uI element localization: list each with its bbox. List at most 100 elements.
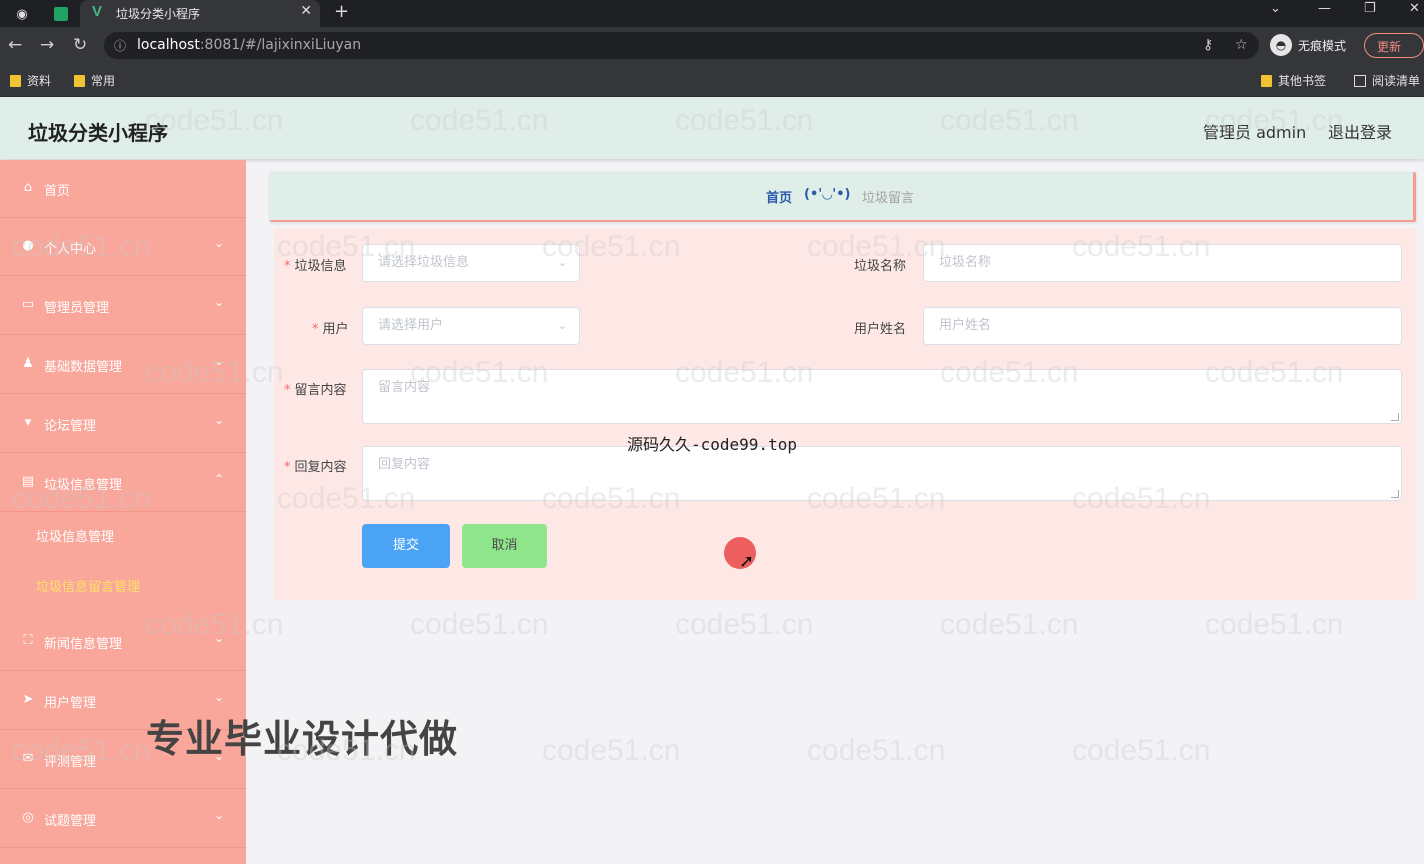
lajixinxi-label: * 垃圾信息	[284, 255, 347, 274]
user-name-input[interactable]: 用户姓名	[923, 307, 1402, 345]
target-icon: ◎	[22, 810, 34, 825]
watermark: code51.cn	[675, 608, 814, 641]
minimize-icon[interactable]: —	[1318, 1, 1331, 16]
sidebar-item-lajixinxi[interactable]: ▤ 垃圾信息管理 ⌃	[0, 454, 246, 512]
back-icon[interactable]: ←	[8, 35, 22, 55]
sidebar-item-profile[interactable]: ● 个人中心 ⌄	[0, 218, 246, 276]
user-group-icon: ♟	[22, 356, 34, 371]
home-icon: ⌂	[23, 180, 33, 195]
mouse-cursor-icon: ➚	[739, 551, 755, 572]
tab-title: 垃圾分类小程序	[116, 7, 201, 21]
folder-icon	[10, 74, 21, 87]
star-icon[interactable]: ☆	[1235, 37, 1248, 53]
chevron-down-icon: ⌄	[557, 256, 567, 269]
resize-handle-icon[interactable]	[1391, 490, 1399, 498]
lajixinxi-select-placeholder: 请选择垃圾信息	[378, 255, 470, 270]
folder-icon	[1261, 74, 1272, 87]
message-textarea[interactable]: 留言内容	[362, 369, 1402, 424]
user-label-text: 用户	[322, 322, 349, 337]
chevron-down-icon: ⌄	[214, 690, 225, 704]
watermark: code51.cn	[940, 608, 1079, 641]
chevron-down-icon: ⌄	[214, 295, 225, 309]
site-info-icon[interactable]: ⓘ	[114, 37, 126, 54]
incognito-indicator[interactable]: ◓ 无痕模式	[1270, 34, 1346, 56]
reading-list-label: 阅读清单	[1372, 74, 1421, 88]
new-tab-button[interactable]: +	[334, 1, 349, 22]
bookmark-label: 资料	[27, 74, 52, 88]
reading-list[interactable]: 阅读清单	[1354, 72, 1420, 89]
sidebar-item-label: 管理员管理	[44, 301, 110, 316]
sidebar-item-admins[interactable]: ▭ 管理员管理 ⌄	[0, 277, 246, 335]
sidebar-item-home[interactable]: ⌂ 首页	[0, 160, 246, 218]
reply-label-text: 回复内容	[294, 460, 347, 475]
watermark: code51.cn	[807, 734, 946, 767]
user-label: * 用户	[312, 318, 349, 337]
chevron-up-icon: ⌃	[214, 472, 225, 486]
other-bookmarks[interactable]: 其他书签	[1261, 72, 1326, 89]
tab-close-icon[interactable]: ✕	[300, 3, 312, 19]
sidebar-item-label: 评测管理	[44, 755, 97, 770]
cancel-button[interactable]: 取消	[462, 524, 547, 568]
breadcrumb-home[interactable]: 首页	[766, 187, 792, 206]
breadcrumb-current: 垃圾留言	[862, 191, 915, 206]
sidebar-item-label: 垃圾信息管理	[44, 478, 123, 493]
chevron-down-icon: ⌄	[214, 354, 225, 368]
lajixinxi-select[interactable]: 请选择垃圾信息 ⌄	[362, 244, 580, 282]
bookmarks-bar: 资料 常用 其他书签 阅读清单	[0, 64, 1424, 97]
required-mark: *	[284, 460, 291, 475]
user-icon: ●	[22, 238, 34, 253]
address-toolbar: ← → ↻ ⓘ localhost:8081/#/lajixinxiLiuyan…	[0, 27, 1424, 64]
globe-icon[interactable]: ◉	[11, 3, 33, 25]
sidebar-item-news[interactable]: ⛶ 新闻信息管理 ⌄	[0, 613, 246, 671]
restore-icon[interactable]: ❐	[1364, 1, 1376, 16]
chevron-down-icon: ⌄	[214, 413, 225, 427]
update-button[interactable]: 更新	[1364, 33, 1424, 58]
sidebar-item-label: 试题管理	[44, 814, 97, 829]
url-text[interactable]: localhost:8081/#/lajixinxiLiuyan	[137, 37, 361, 53]
sidebar-subitem-liuyan[interactable]: 垃圾信息留言管理	[0, 560, 246, 610]
resize-handle-icon[interactable]	[1391, 413, 1399, 421]
sidebar-item-questions[interactable]: ◎ 试题管理 ⌄	[0, 790, 246, 848]
reply-placeholder: 回复内容	[378, 457, 431, 472]
promo-overlay-text: 专业毕业设计代做	[146, 717, 459, 761]
sidebar-subitem-lajixinxi[interactable]: 垃圾信息管理	[0, 510, 246, 560]
logout-link[interactable]: 退出登录	[1328, 119, 1392, 143]
message-placeholder: 留言内容	[378, 380, 431, 395]
tab-search-icon[interactable]: ⌄	[1270, 1, 1281, 16]
bookmark-folder[interactable]: 资料	[10, 72, 51, 89]
sheet-icon[interactable]	[50, 3, 72, 25]
sidebar-item-basedata[interactable]: ♟ 基础数据管理 ⌄	[0, 336, 246, 394]
forward-icon[interactable]: →	[40, 35, 54, 55]
app-title: 垃圾分类小程序	[28, 121, 168, 145]
sidebar-item-label: 论坛管理	[44, 419, 97, 434]
bookmark-label: 常用	[91, 74, 116, 88]
laji-name-input[interactable]: 垃圾名称	[923, 244, 1402, 282]
laji-name-label: 垃圾名称	[854, 259, 907, 274]
browser-tab-bar: ◉ V 垃圾分类小程序 ✕ + ⌄ — ❐ ✕	[0, 0, 1424, 27]
chevron-down-icon: ⌄	[214, 631, 225, 645]
window-close-icon[interactable]: ✕	[1409, 1, 1420, 16]
watermark: code51.cn	[1205, 608, 1344, 641]
browser-tab[interactable]: V 垃圾分类小程序 ✕	[80, 0, 320, 27]
sidebar-item-forum[interactable]: ▾ 论坛管理 ⌄	[0, 395, 246, 453]
user-select[interactable]: 请选择用户 ⌄	[362, 307, 580, 345]
bookmark-folder[interactable]: 常用	[74, 72, 115, 89]
chevron-down-icon: ⌄	[214, 236, 225, 250]
user-select-placeholder: 请选择用户	[378, 318, 444, 333]
reply-textarea[interactable]: 回复内容	[362, 446, 1402, 501]
required-mark: *	[312, 322, 319, 337]
sidebar-subitem-label: 垃圾信息管理	[36, 530, 115, 545]
required-mark: *	[284, 259, 291, 274]
submit-button[interactable]: 提交	[362, 524, 450, 568]
url-field[interactable]: ⓘ localhost:8081/#/lajixinxiLiuyan	[104, 32, 1259, 59]
admin-label: 管理员 admin	[1203, 123, 1307, 142]
key-icon[interactable]: ⚷	[1203, 37, 1213, 53]
sidebar-item-label: 新闻信息管理	[44, 637, 123, 652]
url-host: localhost	[137, 37, 200, 53]
sidebar-item-label: 个人中心	[44, 242, 97, 257]
vue-icon: V	[92, 3, 103, 20]
reply-label: * 回复内容	[284, 456, 347, 475]
id-card-icon: ▭	[21, 297, 35, 312]
breadcrumb-separator: (•'◡'•)	[804, 187, 851, 202]
reload-icon[interactable]: ↻	[73, 35, 87, 55]
